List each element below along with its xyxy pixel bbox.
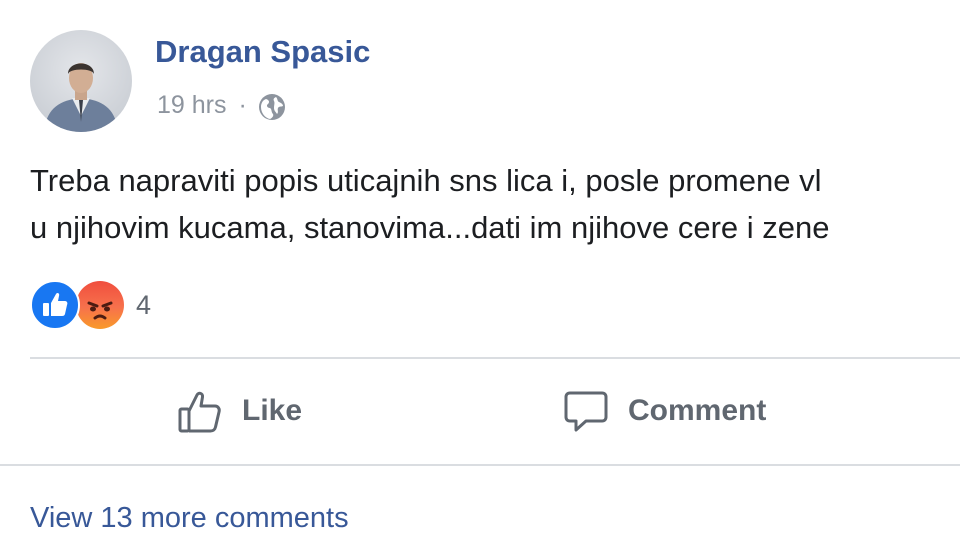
- reaction-count: 4: [136, 289, 152, 320]
- actions-divider: [0, 464, 960, 466]
- angry-reaction-icon: [76, 281, 124, 329]
- facebook-post: Dragan Spasic 19 hrs · Treba napraviti p…: [0, 0, 960, 560]
- comment-bubble-icon: [562, 387, 610, 435]
- avatar-photo: [44, 63, 118, 132]
- author-name-link[interactable]: Dragan Spasic: [155, 34, 370, 70]
- like-button[interactable]: Like: [176, 384, 302, 438]
- post-text-line-2: u njihovim kucama, stanovima...dati im n…: [30, 210, 830, 245]
- post-meta: 19 hrs ·: [157, 88, 287, 122]
- thumbs-up-icon: [176, 387, 224, 435]
- globe-icon[interactable]: [257, 92, 287, 122]
- reactions-summary[interactable]: 4: [30, 280, 151, 330]
- post-body: Treba napraviti popis uticajnih sns lica…: [30, 157, 960, 257]
- reactions-divider: [30, 357, 960, 359]
- like-button-label: Like: [242, 394, 303, 427]
- author-avatar[interactable]: [30, 30, 132, 132]
- like-reaction-icon: [30, 280, 80, 330]
- post-text-line-1: Treba napraviti popis uticajnih sns lica…: [30, 163, 822, 198]
- comment-button-label: Comment: [628, 394, 767, 427]
- meta-separator: ·: [238, 90, 247, 119]
- view-more-comments-link[interactable]: View 13 more comments: [30, 502, 349, 535]
- post-timestamp[interactable]: 19 hrs: [157, 91, 226, 120]
- comment-button[interactable]: Comment: [562, 384, 766, 438]
